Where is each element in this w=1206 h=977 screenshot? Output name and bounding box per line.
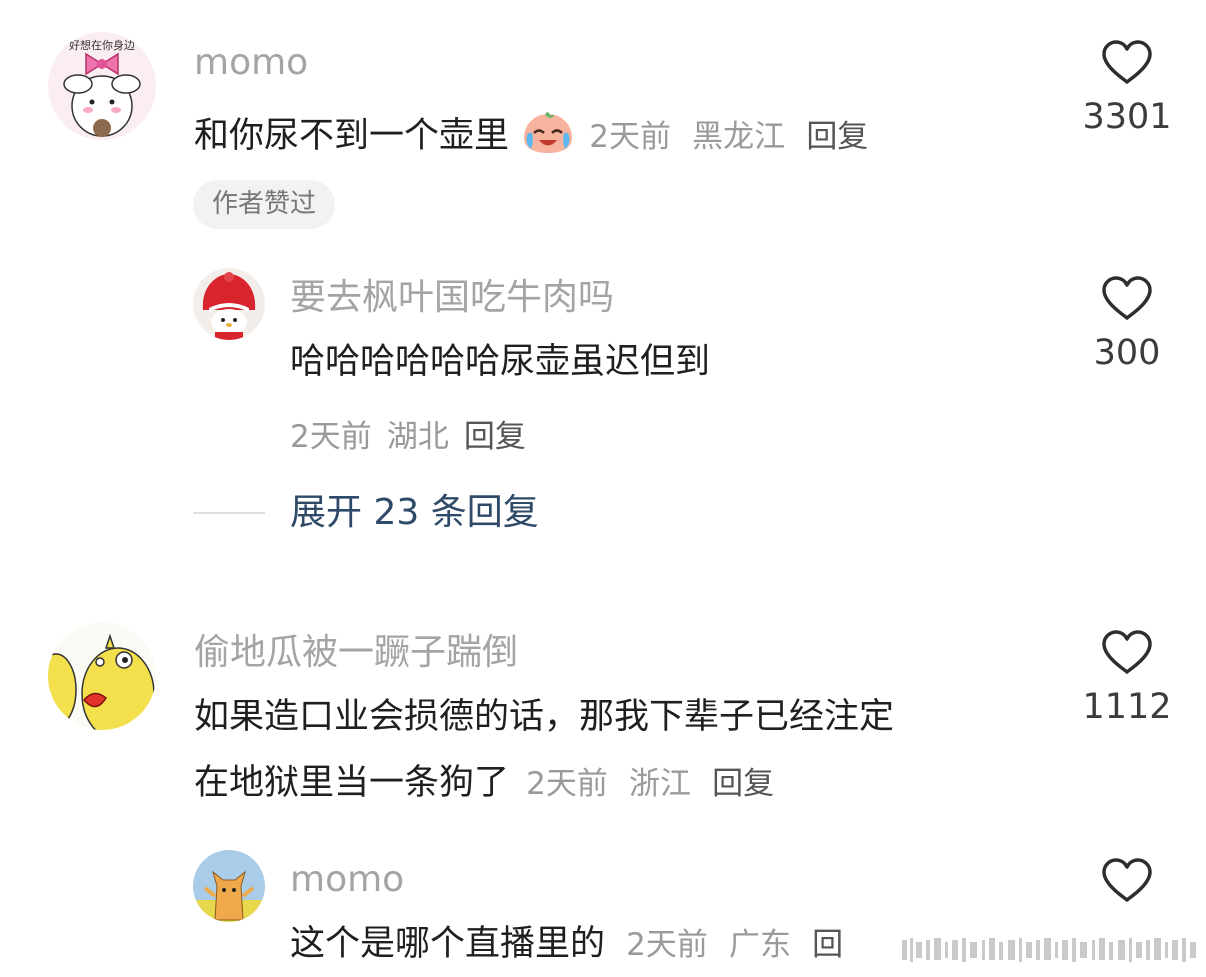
like-button[interactable]: 300 xyxy=(1072,276,1182,371)
crying-laughing-emoji-icon xyxy=(522,111,574,162)
like-button[interactable]: 3301 xyxy=(1072,40,1182,135)
heart-icon xyxy=(1102,276,1152,320)
like-count: 1112 xyxy=(1082,687,1172,727)
like-button[interactable] xyxy=(1072,858,1182,904)
reply-text: 哈哈哈哈哈哈尿壶虽迟但到 xyxy=(290,342,711,382)
reply-text-row: 这个是哪个直播里的 2天前 广东 回 xyxy=(290,927,843,962)
divider xyxy=(193,512,265,514)
like-count: 3301 xyxy=(1082,97,1172,137)
reply-time: 2天前 xyxy=(626,927,708,963)
expand-replies-link[interactable]: 展开 23 条回复 xyxy=(290,495,539,531)
avatar-caption: 好想在你身边 xyxy=(69,38,135,52)
reply-meta: 2天前 湖北 回复 xyxy=(290,411,526,456)
author-liked-badge: 作者赞过 xyxy=(193,180,336,230)
comment-text-row: 和你尿不到一个壶里 2天前 黑龙江 回复 xyxy=(194,111,868,162)
comment-text: 和你尿不到一个壶里 xyxy=(194,116,510,156)
comment-username[interactable]: 偷地瓜被一蹶子踹倒 xyxy=(194,635,518,671)
reply-button[interactable]: 回复 xyxy=(712,766,774,802)
avatar[interactable]: 好想在你身边 xyxy=(48,32,156,140)
watermark xyxy=(900,930,1200,970)
comment-time: 2天前 xyxy=(526,766,608,802)
comment-location: 浙江 xyxy=(629,766,692,802)
heart-icon xyxy=(1102,630,1152,674)
comment-location: 黑龙江 xyxy=(692,119,786,155)
reply-button[interactable]: 回 xyxy=(812,927,843,963)
comment-username[interactable]: momo xyxy=(194,45,308,81)
comment-text-line1: 如果造口业会损德的话，那我下辈子已经注定 xyxy=(194,697,895,737)
comment-text-row: 在地狱里当一条狗了 2天前 浙江 回复 xyxy=(194,766,774,801)
reply-time: 2天前 xyxy=(290,419,372,455)
reply-location: 广东 xyxy=(729,927,792,963)
heart-icon xyxy=(1102,858,1152,902)
comment-time: 2天前 xyxy=(589,119,672,155)
avatar[interactable] xyxy=(193,850,265,922)
comment-text-line2: 在地狱里当一条狗了 xyxy=(194,763,510,803)
reply-username[interactable]: 要去枫叶国吃牛肉吗 xyxy=(290,280,614,316)
reply-button[interactable]: 回复 xyxy=(806,119,868,155)
reply-text: 这个是哪个直播里的 xyxy=(290,924,606,964)
reply-username[interactable]: momo xyxy=(290,862,404,898)
watermark-mark-icon xyxy=(902,938,1196,962)
heart-icon xyxy=(1102,40,1152,84)
reply-location: 湖北 xyxy=(386,419,449,455)
like-button[interactable]: 1112 xyxy=(1072,630,1182,725)
like-count: 300 xyxy=(1093,333,1161,373)
avatar[interactable] xyxy=(48,622,156,730)
reply-button[interactable]: 回复 xyxy=(464,419,526,455)
avatar[interactable] xyxy=(193,268,265,340)
